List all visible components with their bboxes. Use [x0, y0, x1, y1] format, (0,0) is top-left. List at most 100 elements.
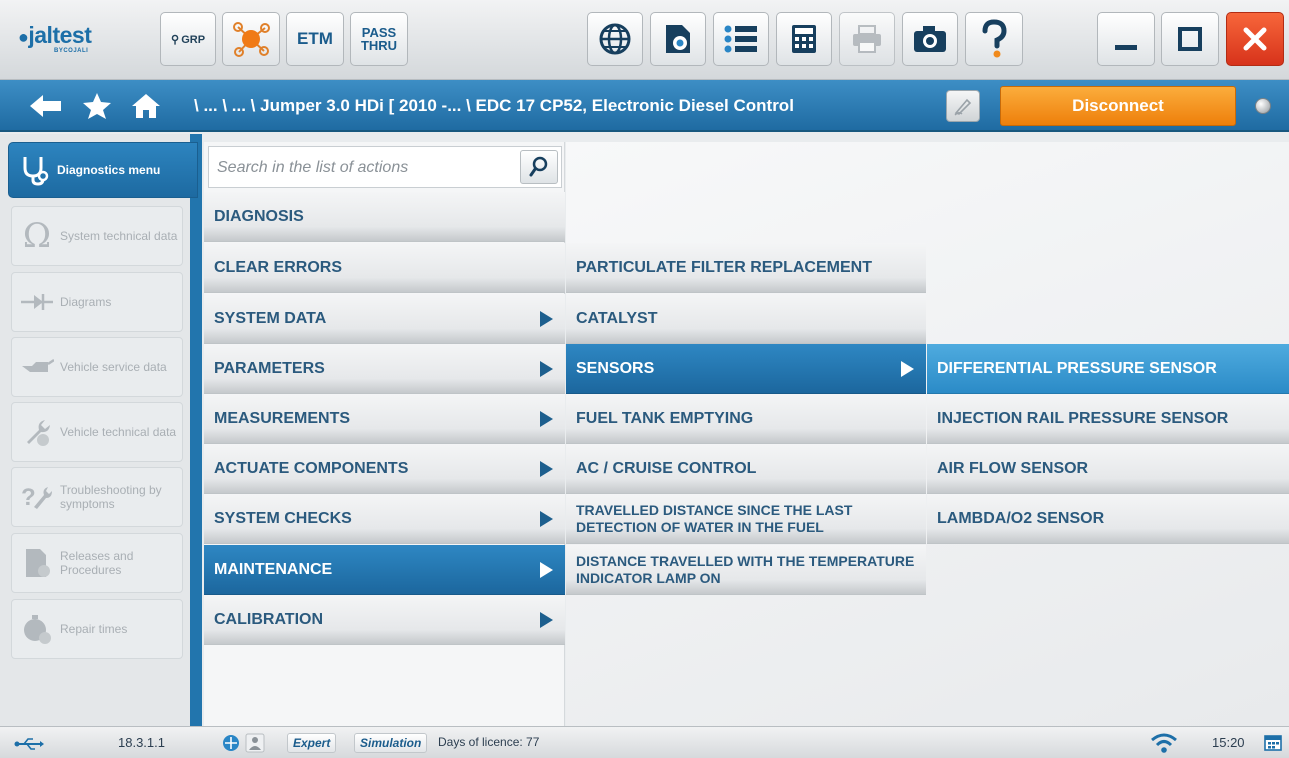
menu-item-actuate-components[interactable]: ACTUATE COMPONENTS — [204, 444, 565, 494]
pass-thru-button[interactable]: PASS THRU — [350, 12, 408, 66]
search-button[interactable] — [520, 150, 558, 184]
submenu-item-particulate-filter-replacement[interactable]: PARTICULATE FILTER REPLACEMENT — [566, 243, 926, 293]
submenu-item-differential-pressure-sensor[interactable]: DIFFERENTIAL PRESSURE SENSOR — [927, 344, 1289, 394]
submenu-arrow-icon — [540, 611, 553, 628]
svg-text:?: ? — [21, 484, 36, 511]
clock-label: 15:20 — [1212, 735, 1245, 750]
grp-search-button[interactable]: ⚲ GRP — [160, 12, 216, 66]
print-button[interactable] — [839, 12, 895, 66]
licence-days-label: Days of licence: 77 — [438, 735, 540, 749]
document-icon — [18, 544, 56, 582]
submenu-arrow-icon — [540, 360, 553, 377]
signature-icon — [954, 98, 972, 116]
navigation-bar: \ ... \ ... \ Jumper 3.0 HDi [ 2010 -...… — [0, 80, 1289, 132]
submenu-item-water-in-fuel-distance[interactable]: TRAVELLED DISTANCE SINCE THE LAST DETECT… — [566, 494, 926, 544]
user-icon — [245, 733, 265, 753]
breadcrumb: \ ... \ ... \ Jumper 3.0 HDi [ 2010 -...… — [194, 96, 794, 115]
mode-simulation-badge: Simulation — [354, 733, 428, 753]
sidemenu-item-vehicle-technical-data[interactable]: Vehicle technical data — [11, 402, 183, 462]
submenu-item-lambda-o2-sensor[interactable]: LAMBDA/O2 SENSOR — [927, 494, 1289, 544]
sidemenu-item-diagrams[interactable]: Diagrams — [11, 272, 183, 332]
wrench-icon — [18, 413, 56, 451]
submenu-item-injection-rail-pressure-sensor[interactable]: INJECTION RAIL PRESSURE SENSOR — [927, 394, 1289, 444]
sidemenu-label: Releases and Procedures — [60, 549, 134, 577]
submenu-item-air-flow-sensor[interactable]: AIR FLOW SENSOR — [927, 444, 1289, 494]
logo-text: jaltest — [28, 22, 92, 48]
menu-item-measurements[interactable]: MEASUREMENTS — [204, 394, 565, 444]
disconnect-button[interactable]: Disconnect — [1000, 86, 1236, 126]
omega-icon: Ω — [22, 216, 52, 256]
menu-item-maintenance[interactable]: MAINTENANCE — [204, 545, 565, 595]
sidemenu-item-repair-times[interactable]: Repair times — [11, 599, 183, 659]
submenu-item-ac-cruise-control[interactable]: AC / CRUISE CONTROL — [566, 444, 926, 494]
submenu-item-fuel-tank-emptying[interactable]: FUEL TANK EMPTYING — [566, 394, 926, 444]
list-button[interactable] — [713, 12, 769, 66]
submenu-item-temperature-lamp-distance[interactable]: DISTANCE TRAVELLED WITH THE TEMPERATURE … — [566, 545, 926, 595]
side-menu-stripe — [190, 134, 202, 726]
calendar-icon[interactable] — [1264, 733, 1282, 751]
diagram-icon — [18, 283, 56, 321]
network-button[interactable] — [222, 12, 280, 66]
oil-can-icon — [18, 348, 56, 386]
document-eye-icon — [666, 25, 690, 53]
sidemenu-label: Repair times — [60, 622, 128, 636]
sidemenu-item-diagnostics-menu[interactable]: Diagnostics menu — [8, 142, 198, 198]
minimize-button[interactable] — [1097, 12, 1155, 66]
stopwatch-icon — [18, 610, 56, 648]
status-bar: 18.3.1.1 Expert Simulation Days of licen… — [0, 726, 1289, 758]
maximize-button[interactable] — [1161, 12, 1219, 66]
version-label: 18.3.1.1 — [118, 735, 165, 750]
maximize-icon — [1178, 27, 1202, 51]
submenu-arrow-icon — [901, 360, 914, 377]
jaltest-logo: ●jaltest BYCOJALI — [18, 22, 92, 54]
sidemenu-item-vehicle-service-data[interactable]: Vehicle service data — [11, 337, 183, 397]
usb-icon — [14, 738, 44, 750]
logo-sub: BYCOJALI — [54, 48, 89, 54]
search-input[interactable]: Search in the list of actions — [217, 159, 408, 177]
screenshot-button[interactable] — [902, 12, 958, 66]
sidemenu-item-troubleshooting[interactable]: ? Troubleshooting by symptoms — [11, 467, 183, 527]
submenu-arrow-icon — [540, 410, 553, 427]
close-icon — [1243, 27, 1267, 51]
submenu-item-catalyst[interactable]: CATALYST — [566, 294, 926, 344]
favorites-star-icon[interactable] — [82, 92, 112, 120]
stethoscope-icon — [15, 151, 53, 189]
sidemenu-item-releases-procedures[interactable]: Releases and Procedures — [11, 533, 183, 593]
menu-item-system-data[interactable]: SYSTEM DATA — [204, 294, 565, 344]
printer-icon — [853, 25, 881, 53]
back-arrow-icon[interactable] — [28, 92, 64, 120]
connection-status-led — [1255, 98, 1271, 114]
menu-item-clear-errors[interactable]: CLEAR ERRORS — [204, 243, 565, 293]
help-button[interactable] — [965, 12, 1023, 66]
submenu-arrow-icon — [540, 561, 553, 578]
web-button[interactable] — [587, 12, 643, 66]
menu-item-diagnosis[interactable]: DIAGNOSIS — [204, 192, 565, 242]
menu-item-system-checks[interactable]: SYSTEM CHECKS — [204, 494, 565, 544]
document-view-button[interactable] — [650, 12, 706, 66]
menu-item-calibration[interactable]: CALIBRATION — [204, 595, 565, 645]
submenu-arrow-icon — [540, 510, 553, 527]
menu-item-parameters[interactable]: PARAMETERS — [204, 344, 565, 394]
wifi-icon — [1151, 733, 1177, 753]
globe-icon — [599, 23, 631, 55]
sidemenu-label: Vehicle technical data — [60, 425, 177, 439]
grp-label: GRP — [181, 33, 206, 46]
top-toolbar: ●jaltest BYCOJALI ⚲ GRP ETM PASS THRU — [0, 0, 1289, 80]
minimize-icon — [1115, 45, 1137, 50]
sidemenu-item-system-technical-data[interactable]: Ω System technical data — [11, 206, 183, 266]
close-button[interactable] — [1226, 12, 1284, 66]
sidemenu-label: System technical data — [60, 229, 178, 243]
search-box: Search in the list of actions — [208, 146, 562, 188]
submenu-arrow-icon — [540, 310, 553, 327]
thru-label: THRU — [360, 38, 398, 53]
molecule-icon — [233, 22, 270, 57]
camera-icon — [914, 26, 946, 52]
mode-expert-badge: Expert — [287, 733, 337, 753]
home-icon[interactable] — [130, 92, 162, 120]
submenu-item-sensors[interactable]: SENSORS — [566, 344, 926, 394]
list-icon — [724, 25, 757, 53]
etm-button[interactable]: ETM — [286, 12, 344, 66]
calculator-button[interactable] — [776, 12, 832, 66]
etm-label: ETM — [297, 29, 333, 48]
sign-button[interactable] — [946, 90, 980, 122]
